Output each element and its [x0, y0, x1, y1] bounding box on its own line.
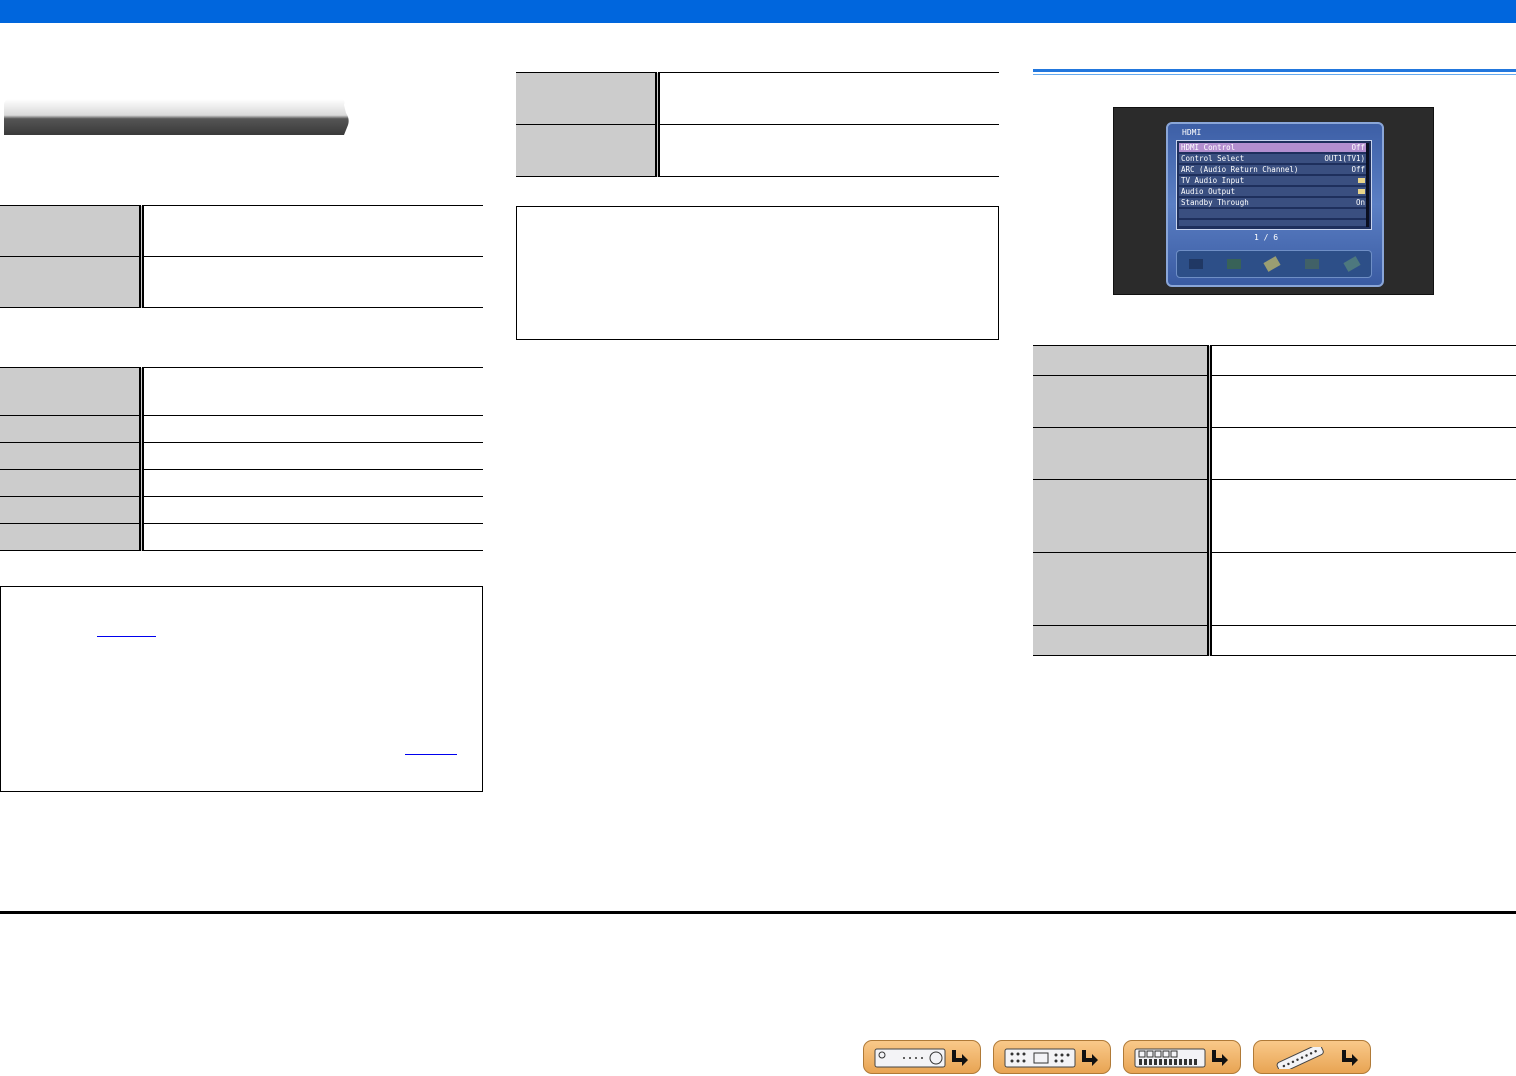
- settings-table-1: [0, 205, 483, 308]
- note-box-middle: [516, 206, 999, 340]
- front-panel-icon: [874, 1048, 946, 1068]
- table-value-cell: [141, 442, 483, 470]
- osd-row: HDMI Control Off: [1179, 143, 1367, 152]
- table-key-cell: [1033, 479, 1212, 553]
- function-icon: [1343, 256, 1361, 272]
- section-divider: [1033, 69, 1516, 77]
- table-key-cell: [0, 256, 144, 308]
- table-value-cell: [141, 367, 483, 416]
- table-value-cell: [141, 523, 483, 551]
- network-icon: [1305, 259, 1319, 269]
- page-link[interactable]: [97, 636, 156, 637]
- osd-page-indicator: 1 / 6: [1254, 233, 1279, 242]
- osd-row: Standby Through On: [1179, 198, 1367, 207]
- table-value-cell: [141, 469, 483, 497]
- go-arrow-icon: [952, 1050, 968, 1066]
- rear-panel-icon: [1004, 1048, 1076, 1068]
- settings-table-2: [0, 367, 483, 551]
- table-key-cell: [0, 523, 144, 551]
- osd-row-empty: [1179, 220, 1367, 226]
- table-key-cell: [1033, 345, 1212, 376]
- table-value-cell: [1209, 552, 1516, 626]
- note-box-left: [0, 586, 483, 792]
- table-key-cell: [0, 469, 144, 497]
- speaker-icon: [1189, 259, 1203, 269]
- osd-menu-list: HDMI Control Off Control Select OUT1(TV1) …: [1176, 140, 1372, 230]
- osd-row: Audio Output: [1179, 187, 1367, 196]
- osd-title: HDMI: [1182, 128, 1202, 137]
- table-key-cell: [1033, 375, 1212, 428]
- go-arrow-icon: [1082, 1050, 1098, 1066]
- table-value-cell: [657, 124, 999, 177]
- table-value-cell: [141, 256, 483, 308]
- table-value-cell: [141, 415, 483, 443]
- table-value-cell: [141, 496, 483, 524]
- top-bar: [0, 0, 1516, 23]
- table-key-cell: [0, 205, 144, 257]
- table-key-cell: [516, 72, 660, 125]
- osd-scrollbar: [1366, 143, 1369, 227]
- settings-table-3: [516, 72, 999, 177]
- osd-row-empty: [1179, 209, 1367, 218]
- table-key-cell: [516, 124, 660, 177]
- table-key-cell: [0, 442, 144, 470]
- table-key-cell: [0, 496, 144, 524]
- table-value-cell: [1209, 479, 1516, 553]
- display-panel-button[interactable]: [1123, 1040, 1241, 1074]
- go-arrow-icon: [1342, 1050, 1358, 1066]
- table-key-cell: [0, 367, 144, 416]
- table-key-cell: [1033, 427, 1212, 480]
- settings-table-4: [1033, 345, 1516, 656]
- section-tab-banner: [4, 99, 349, 135]
- folder-icon: [1358, 178, 1365, 183]
- hdmi-cable-icon: [1263, 256, 1281, 272]
- hdmi-menu-screenshot: HDMI HDMI Control Off Control Select OUT1(…: [1113, 107, 1434, 295]
- footer-rule: [0, 911, 1516, 914]
- remote-control-icon: [1276, 1047, 1324, 1069]
- table-value-cell: [657, 72, 999, 125]
- folder-icon: [1358, 189, 1365, 194]
- table-key-cell: [1033, 552, 1212, 626]
- remote-control-button[interactable]: [1253, 1040, 1371, 1074]
- go-arrow-icon: [1212, 1050, 1228, 1066]
- osd-panel: HDMI HDMI Control Off Control Select OUT1(…: [1166, 122, 1384, 287]
- table-value-cell: [1209, 427, 1516, 480]
- osd-category-dock: [1176, 250, 1372, 278]
- osd-row: ARC (Audio Return Channel) Off: [1179, 165, 1367, 174]
- osd-row: Control Select OUT1(TV1): [1179, 154, 1367, 163]
- sound-icon: [1227, 259, 1241, 269]
- table-value-cell: [141, 205, 483, 257]
- table-value-cell: [1209, 345, 1516, 376]
- rear-panel-button[interactable]: [993, 1040, 1111, 1074]
- table-key-cell: [1033, 625, 1212, 656]
- osd-row: TV Audio Input: [1179, 176, 1367, 185]
- front-panel-button[interactable]: [863, 1040, 981, 1074]
- display-panel-icon: [1134, 1048, 1206, 1068]
- table-value-cell: [1209, 375, 1516, 428]
- table-value-cell: [1209, 625, 1516, 656]
- table-key-cell: [0, 415, 144, 443]
- page-link[interactable]: [405, 754, 457, 755]
